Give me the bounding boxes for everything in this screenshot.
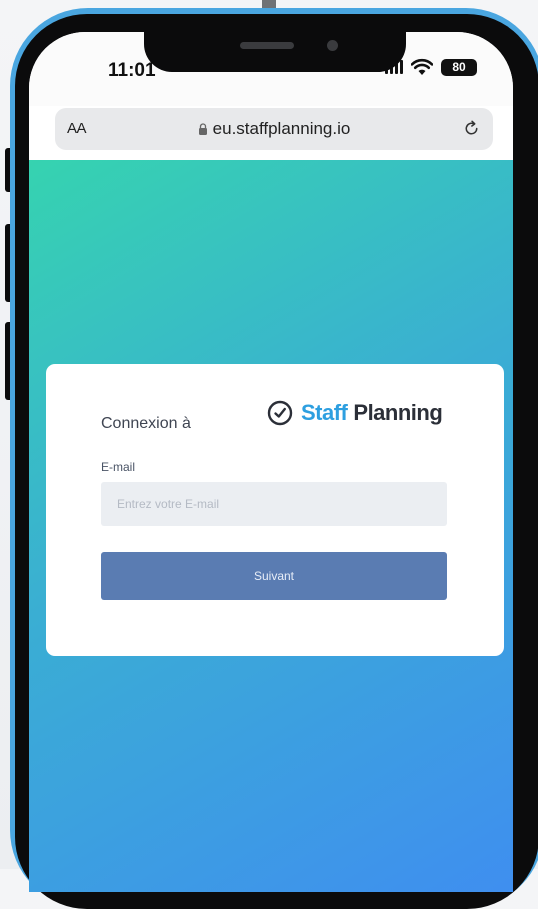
clock-check-icon bbox=[267, 400, 293, 426]
url-display[interactable]: eu.staffplanning.io bbox=[55, 119, 493, 139]
logo-word-staff: Staff bbox=[301, 400, 348, 425]
url-text: eu.staffplanning.io bbox=[212, 119, 351, 138]
email-label: E-mail bbox=[101, 460, 136, 474]
next-button[interactable]: Suivant bbox=[101, 552, 447, 600]
speaker-grille bbox=[240, 42, 294, 49]
staff-planning-logo: Staff Planning bbox=[267, 400, 443, 426]
web-page: Connexion à Staff Planning E-mail Suivan… bbox=[29, 160, 513, 892]
phone-screen: 11:01 80 AA eu.staffplanning.io Connexio… bbox=[29, 32, 513, 892]
login-heading: Connexion à bbox=[101, 415, 191, 432]
front-camera bbox=[327, 40, 338, 51]
wifi-icon bbox=[411, 58, 433, 75]
battery-icon: 80 bbox=[441, 58, 477, 76]
logo-word-planning: Planning bbox=[353, 400, 443, 425]
notch bbox=[144, 32, 406, 72]
login-card: Connexion à Staff Planning E-mail Suivan… bbox=[46, 364, 504, 656]
email-field[interactable] bbox=[101, 482, 447, 526]
lock-icon bbox=[198, 123, 207, 135]
reload-icon[interactable] bbox=[462, 119, 481, 138]
status-time: 11:01 bbox=[108, 60, 156, 81]
address-bar[interactable]: AA eu.staffplanning.io bbox=[55, 108, 493, 150]
